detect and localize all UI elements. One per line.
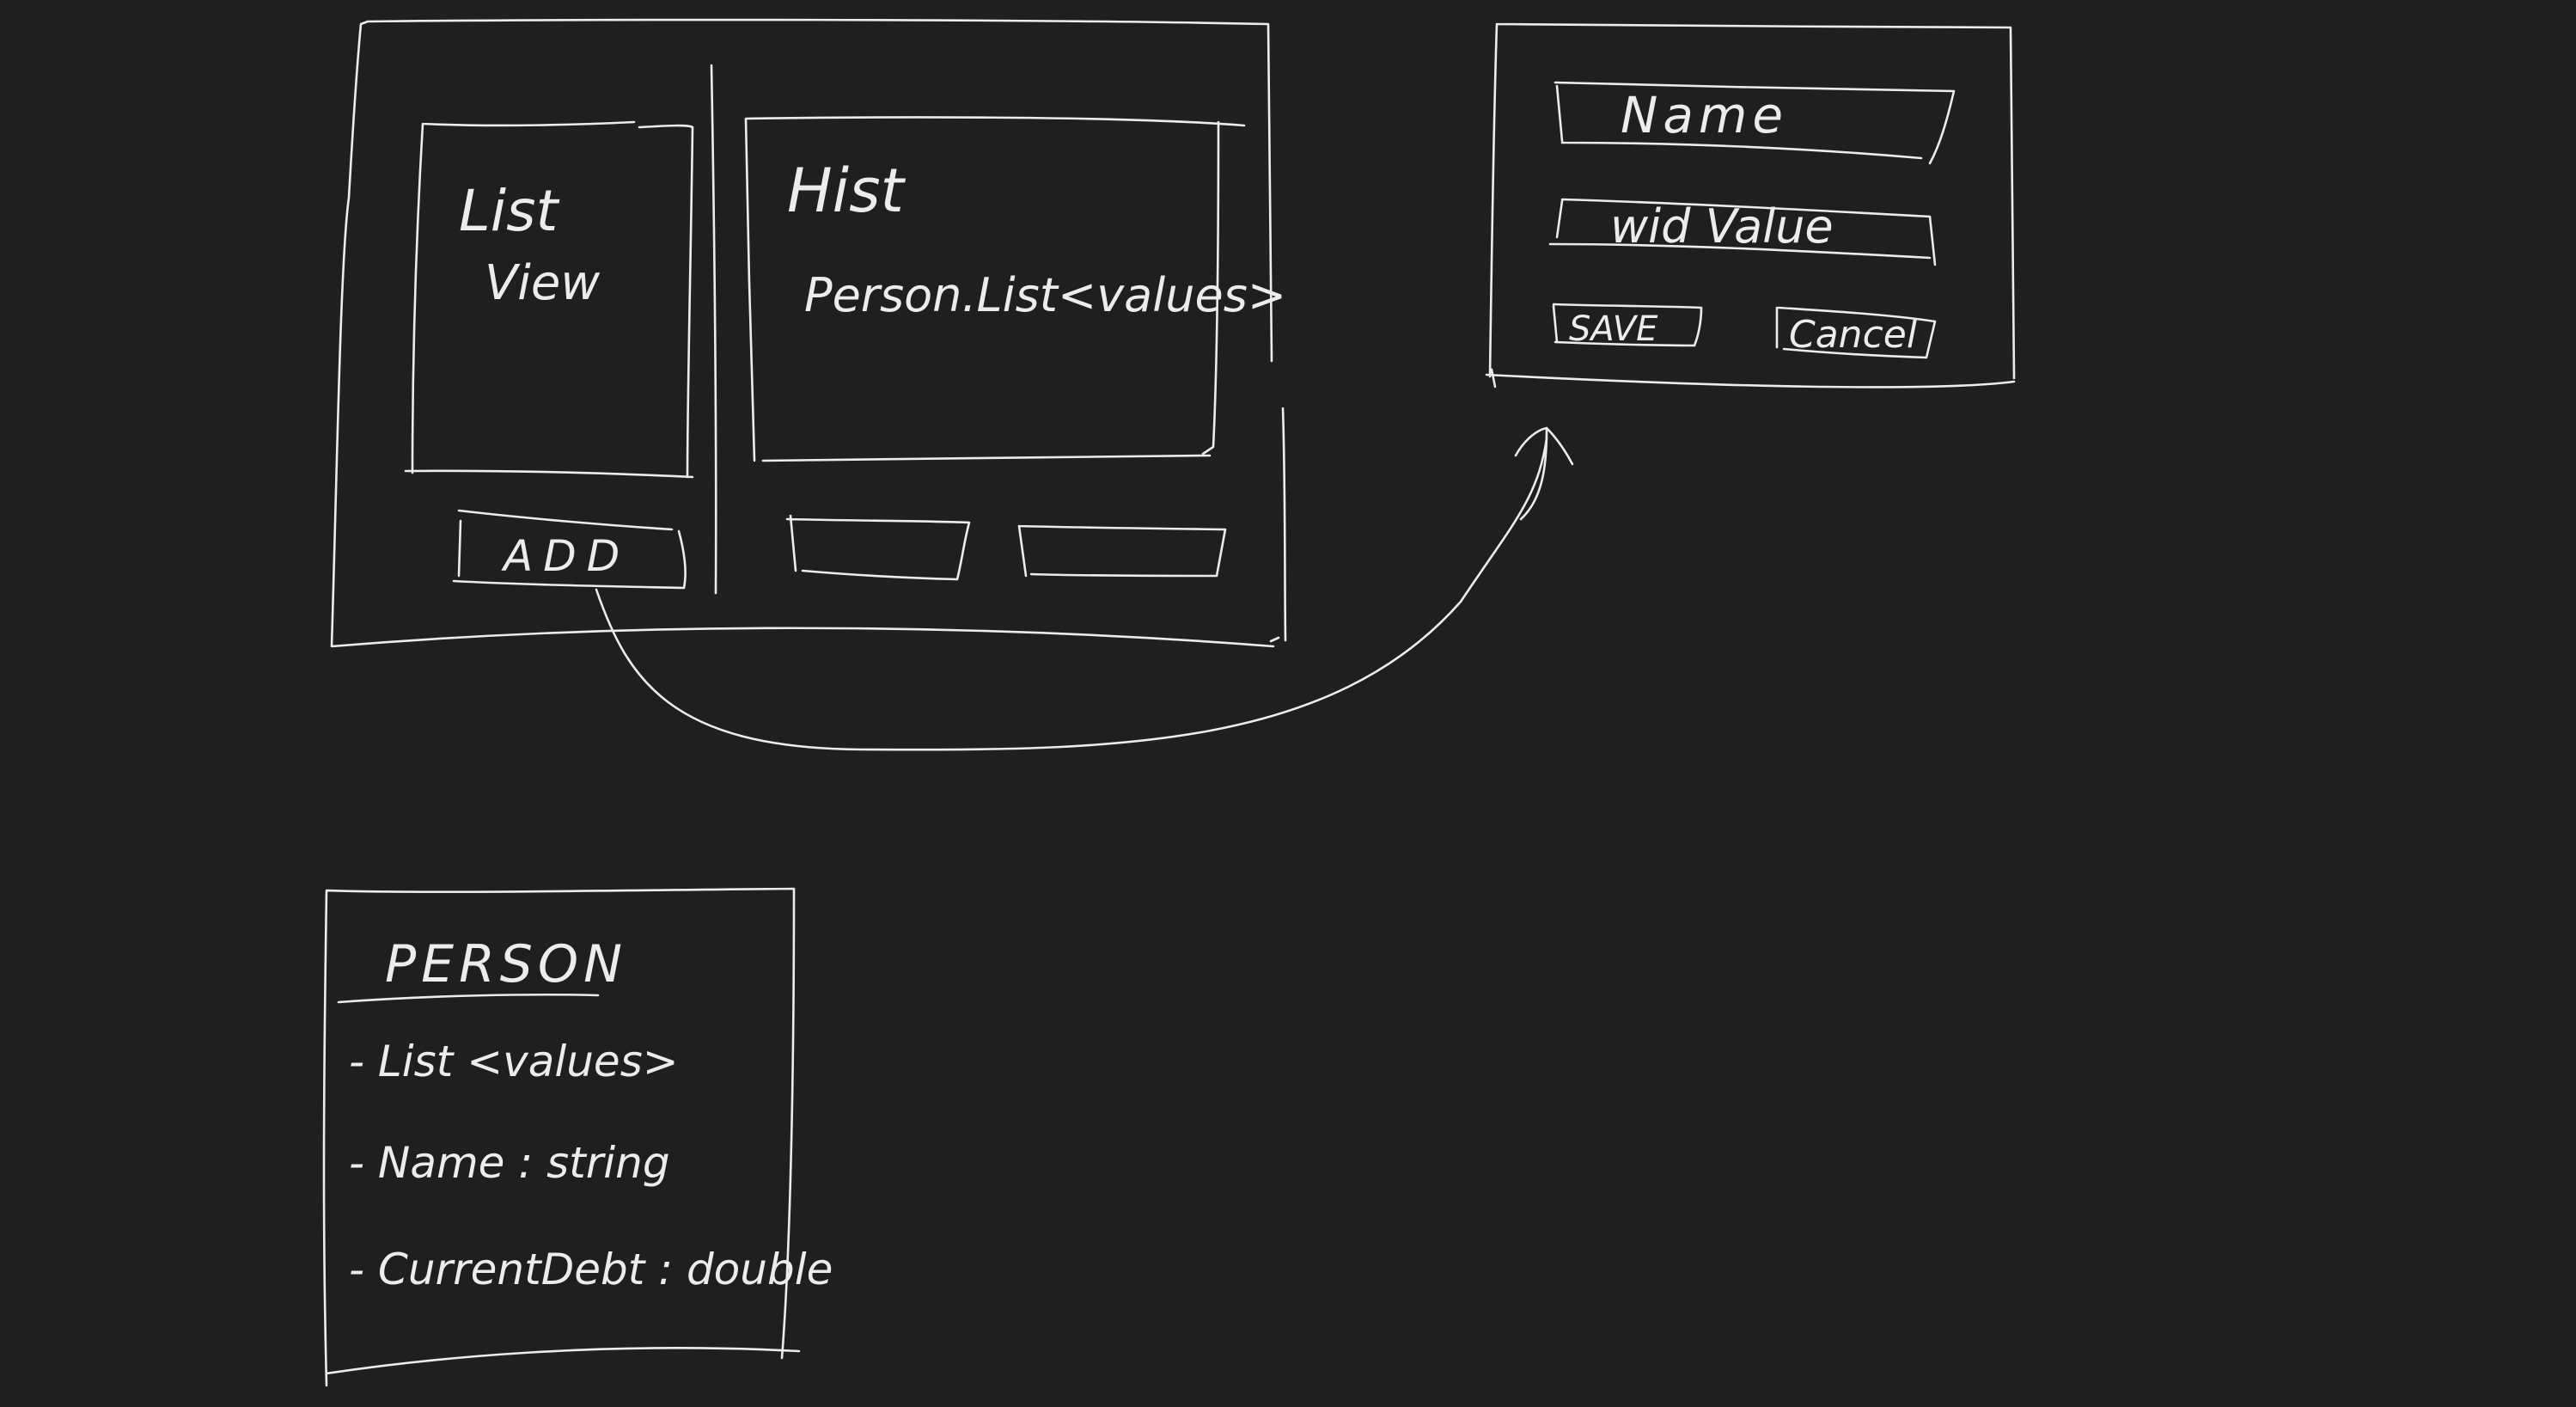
add-button[interactable]: ADD xyxy=(452,509,687,590)
name-field[interactable]: Name xyxy=(1554,81,1956,165)
main-window: List View Hist Person.List<values> ADD xyxy=(330,18,1287,648)
list-view-panel: List View xyxy=(404,120,694,479)
name-field-label: Name xyxy=(1621,86,1788,144)
main-window-frame xyxy=(330,18,1287,648)
arrow-curve xyxy=(595,437,1548,751)
hist-panel-body: Person.List<values> xyxy=(804,268,1286,322)
list-view-label-line2: View xyxy=(485,255,600,311)
person-class-title: PERSON xyxy=(385,934,627,994)
value-field-label: wid Value xyxy=(1610,199,1834,254)
main-window-divider xyxy=(710,64,717,595)
person-field-current-debt: - CurrentDebt : double xyxy=(349,1245,833,1294)
add-to-dialog-arrow xyxy=(595,426,1574,751)
unlabeled-button-1-frame xyxy=(785,514,971,581)
hist-panel: Hist Person.List<values> xyxy=(744,116,1286,462)
save-button-label: SAVE xyxy=(1569,309,1658,349)
list-view-label-line1: List xyxy=(459,178,559,244)
unlabeled-button-2-frame xyxy=(1017,524,1227,578)
person-field-name: - Name : string xyxy=(349,1138,670,1188)
person-class-box: PERSON - List <values> - Name : string -… xyxy=(322,887,833,1387)
unlabeled-button-2[interactable] xyxy=(1017,524,1227,578)
whiteboard-canvas: List View Hist Person.List<values> ADD N… xyxy=(322,18,2016,1387)
person-class-title-underline xyxy=(337,993,600,1004)
unlabeled-button-1[interactable] xyxy=(785,514,971,581)
save-button[interactable]: SAVE xyxy=(1552,303,1703,349)
dialog-window: Name wid Value SAVE Cancel xyxy=(1485,22,2016,388)
person-field-list: - List <values> xyxy=(349,1037,679,1086)
value-field[interactable]: wid Value xyxy=(1548,198,1937,266)
cancel-button-label: Cancel xyxy=(1789,313,1918,357)
add-button-label: ADD xyxy=(501,531,630,581)
cancel-button[interactable]: Cancel xyxy=(1775,306,1937,359)
hist-panel-title: Hist xyxy=(787,156,906,226)
